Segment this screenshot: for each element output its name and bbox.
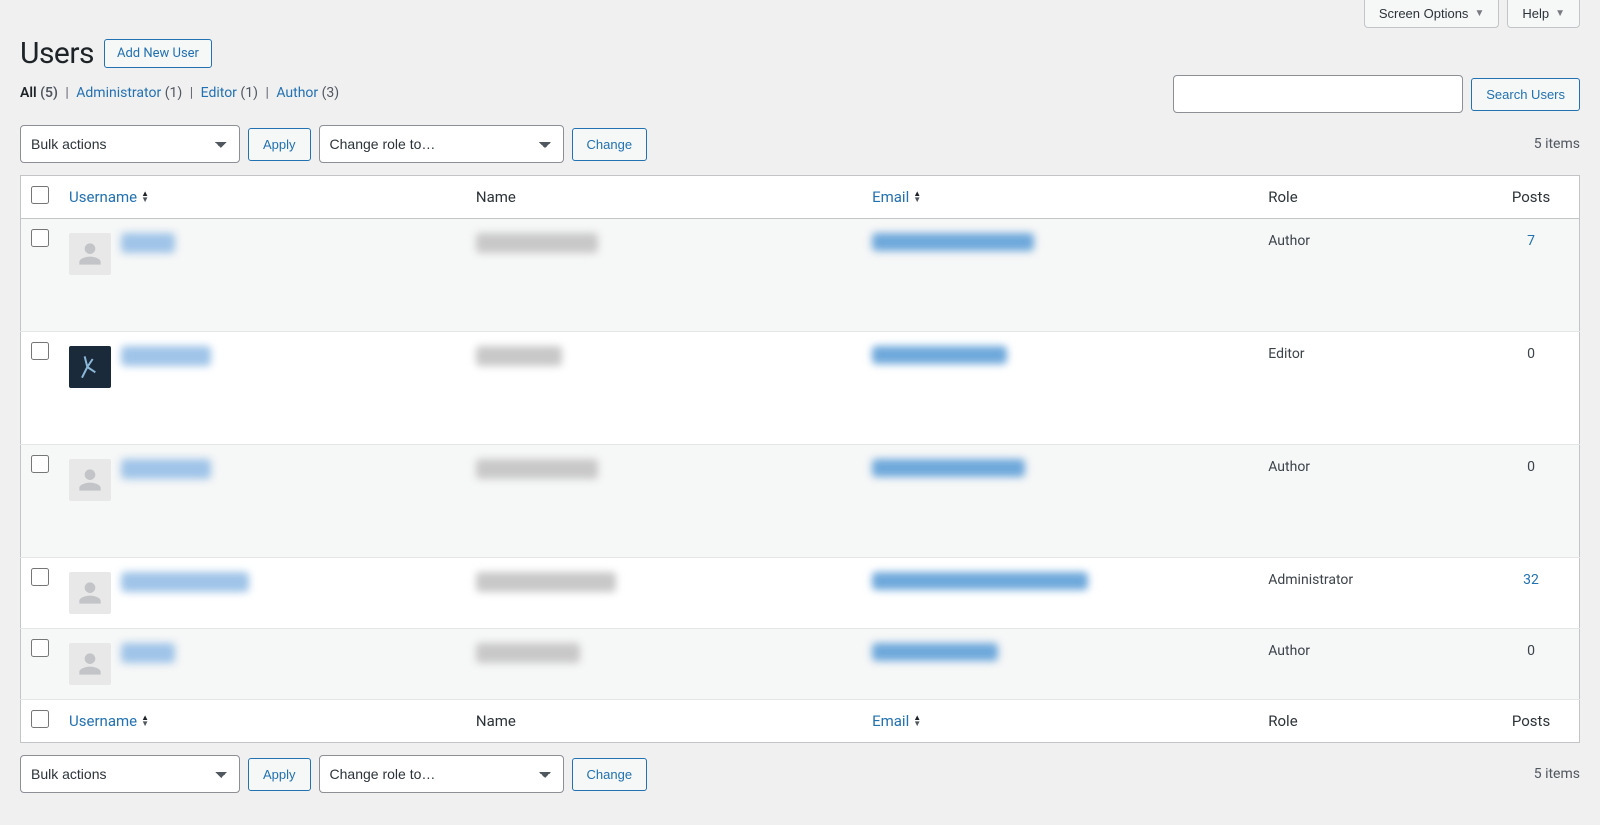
sort-username-bottom[interactable]: Username▲▼: [69, 712, 149, 730]
table-row: Author 0: [21, 445, 1580, 558]
user-name: [476, 233, 598, 253]
email-link[interactable]: [872, 649, 998, 665]
user-name: [476, 572, 616, 592]
email-link[interactable]: [872, 239, 1034, 255]
bulk-actions-select-bottom[interactable]: Bulk actions: [20, 755, 240, 793]
filter-all[interactable]: All (5): [20, 85, 61, 101]
table-row: Administrator 32: [21, 558, 1580, 629]
user-role: Administrator: [1258, 558, 1483, 629]
avatar: [69, 459, 111, 501]
sort-icon: ▲▼: [913, 191, 921, 203]
user-role: Author: [1258, 629, 1483, 700]
avatar: [69, 346, 111, 388]
user-name: [476, 346, 562, 366]
table-row: Author 7: [21, 219, 1580, 332]
select-all-bottom[interactable]: [31, 710, 49, 728]
posts-count: 0: [1527, 459, 1535, 475]
username-link[interactable]: [121, 572, 249, 596]
posts-count: 0: [1527, 346, 1535, 362]
posts-link[interactable]: 7: [1527, 233, 1535, 249]
apply-bulk-top[interactable]: Apply: [248, 128, 311, 161]
email-link[interactable]: [872, 465, 1025, 481]
posts-link[interactable]: 32: [1523, 572, 1539, 588]
col-name: Name: [466, 176, 862, 219]
username-link[interactable]: [121, 346, 211, 370]
bulk-actions-select-top[interactable]: Bulk actions: [20, 125, 240, 163]
page-title: Users: [20, 36, 94, 71]
filter-administrator[interactable]: Administrator (1): [76, 85, 185, 101]
sort-email[interactable]: Email▲▼: [872, 188, 921, 206]
screen-options-button[interactable]: Screen Options ▼: [1364, 0, 1500, 28]
posts-count: 0: [1527, 643, 1535, 659]
sort-icon: ▲▼: [913, 715, 921, 727]
filter-author[interactable]: Author (3): [276, 85, 339, 101]
email-link[interactable]: [872, 578, 1088, 594]
change-role-select-top[interactable]: Change role to…: [319, 125, 564, 163]
sort-username[interactable]: Username▲▼: [69, 188, 149, 206]
col-role-bottom: Role: [1258, 700, 1483, 743]
avatar: [69, 572, 111, 614]
sort-icon: ▲▼: [141, 715, 149, 727]
apply-bulk-bottom[interactable]: Apply: [248, 758, 311, 791]
screen-options-label: Screen Options: [1379, 6, 1469, 21]
table-row: Editor 0: [21, 332, 1580, 445]
select-all-top[interactable]: [31, 186, 49, 204]
add-new-user-button[interactable]: Add New User: [104, 39, 212, 68]
col-name-bottom: Name: [466, 700, 862, 743]
caret-down-icon: ▼: [1555, 8, 1565, 19]
items-count-bottom: 5 items: [1534, 766, 1580, 782]
sort-email-bottom[interactable]: Email▲▼: [872, 712, 921, 730]
user-role: Author: [1258, 445, 1483, 558]
user-name: [476, 459, 598, 479]
caret-down-icon: ▼: [1474, 8, 1484, 19]
username-link[interactable]: [121, 643, 175, 667]
col-posts-bottom: Posts: [1483, 700, 1579, 743]
email-link[interactable]: [872, 352, 1007, 368]
user-name: [476, 643, 580, 663]
table-row: Author 0: [21, 629, 1580, 700]
change-role-button-bottom[interactable]: Change: [572, 758, 648, 791]
row-checkbox[interactable]: [31, 229, 49, 247]
avatar: [69, 643, 111, 685]
avatar: [69, 233, 111, 275]
change-role-button-top[interactable]: Change: [572, 128, 648, 161]
row-checkbox[interactable]: [31, 568, 49, 586]
change-role-select-bottom[interactable]: Change role to…: [319, 755, 564, 793]
items-count-top: 5 items: [1534, 136, 1580, 152]
row-checkbox[interactable]: [31, 639, 49, 657]
help-button[interactable]: Help ▼: [1507, 0, 1580, 28]
search-users-input[interactable]: [1173, 75, 1463, 113]
username-link[interactable]: [121, 233, 175, 257]
user-role: Editor: [1258, 332, 1483, 445]
filter-editor[interactable]: Editor (1): [201, 85, 262, 101]
row-checkbox[interactable]: [31, 455, 49, 473]
search-users-button[interactable]: Search Users: [1471, 78, 1580, 111]
user-role: Author: [1258, 219, 1483, 332]
row-checkbox[interactable]: [31, 342, 49, 360]
col-posts: Posts: [1483, 176, 1579, 219]
username-link[interactable]: [121, 459, 211, 483]
help-label: Help: [1522, 6, 1549, 21]
sort-icon: ▲▼: [141, 191, 149, 203]
col-role: Role: [1258, 176, 1483, 219]
users-table: Username▲▼ Name Email▲▼ Role Posts Autho…: [20, 175, 1580, 743]
